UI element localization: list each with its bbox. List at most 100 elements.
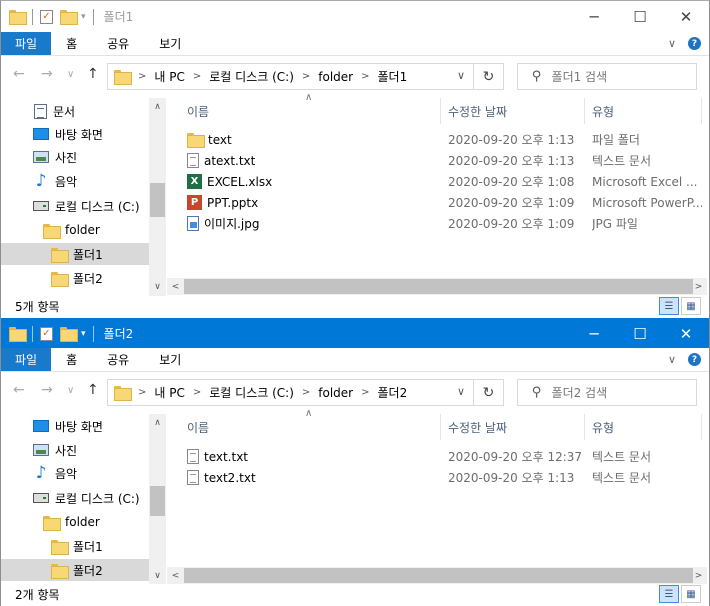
back-arrow-icon[interactable]: ← bbox=[13, 382, 25, 398]
column-divider[interactable] bbox=[440, 98, 441, 124]
column-divider[interactable] bbox=[701, 414, 702, 440]
address-bar[interactable]: > 내 PC > 로컬 디스크 (C:) > folder > 폴더2 ∨ bbox=[107, 379, 474, 406]
title-bar[interactable]: ✓ ▾ 폴더1 ─ ☐ ✕ bbox=[1, 1, 709, 32]
tab-file[interactable]: 파일 bbox=[1, 32, 52, 55]
nav-item-folder2[interactable]: 폴더2 bbox=[1, 267, 149, 289]
scroll-down-icon[interactable]: ∨ bbox=[149, 278, 166, 295]
nav-vertical-scrollbar[interactable]: ∧ ∨ bbox=[149, 414, 166, 584]
large-icons-view-button[interactable]: ▦ bbox=[681, 297, 701, 315]
new-folder-icon[interactable] bbox=[60, 327, 78, 342]
new-folder-icon[interactable] bbox=[60, 10, 78, 25]
column-name[interactable]: 이름 bbox=[187, 98, 209, 124]
nav-item-pictures[interactable]: 사진 bbox=[1, 439, 149, 461]
up-arrow-icon[interactable]: ↑ bbox=[87, 66, 99, 82]
minimize-button[interactable]: ─ bbox=[571, 318, 617, 349]
tab-home[interactable]: 홈 bbox=[51, 348, 92, 371]
details-view-button[interactable]: ☰ bbox=[659, 585, 679, 603]
column-divider[interactable] bbox=[440, 414, 441, 440]
chevron-right-icon[interactable]: > bbox=[302, 387, 310, 398]
nav-item-music[interactable]: ♪ 음악 bbox=[1, 170, 149, 192]
maximize-button[interactable]: ☐ bbox=[617, 1, 663, 32]
file-row[interactable]: atext.txt 2020-09-20 오후 1:13 텍스트 문서 bbox=[167, 150, 709, 171]
forward-arrow-icon[interactable]: → bbox=[41, 382, 53, 398]
breadcrumb-current[interactable]: 폴더2 bbox=[378, 384, 408, 401]
address-dropdown-icon[interactable]: ∨ bbox=[457, 69, 465, 82]
nav-item-folder[interactable]: folder bbox=[1, 511, 149, 533]
breadcrumb-current[interactable]: 폴더1 bbox=[378, 68, 408, 85]
scroll-left-icon[interactable]: < bbox=[167, 278, 184, 295]
expand-ribbon-icon[interactable]: ∨ bbox=[668, 37, 676, 50]
forward-arrow-icon[interactable]: → bbox=[41, 66, 53, 82]
minimize-button[interactable]: ─ bbox=[571, 1, 617, 32]
recent-locations-icon[interactable]: ∨ bbox=[67, 69, 74, 80]
nav-item-desktop[interactable]: 바탕 화면 bbox=[1, 123, 149, 145]
nav-item-desktop[interactable]: 바탕 화면 bbox=[1, 415, 149, 437]
scroll-thumb[interactable] bbox=[150, 486, 165, 516]
chevron-right-icon[interactable]: > bbox=[361, 387, 369, 398]
nav-item-local-disk[interactable]: 로컬 디스크 (C:) bbox=[1, 195, 149, 217]
column-divider[interactable] bbox=[584, 98, 585, 124]
horizontal-scrollbar[interactable]: < > bbox=[167, 278, 707, 295]
address-dropdown-icon[interactable]: ∨ bbox=[457, 385, 465, 398]
scroll-left-icon[interactable]: < bbox=[167, 567, 184, 584]
properties-icon[interactable]: ✓ bbox=[40, 9, 53, 24]
column-date-modified[interactable]: 수정한 날짜 bbox=[448, 98, 507, 124]
column-divider[interactable] bbox=[701, 98, 702, 124]
tab-view[interactable]: 보기 bbox=[144, 348, 196, 371]
scroll-right-icon[interactable]: > bbox=[690, 278, 707, 295]
column-type[interactable]: 유형 bbox=[592, 98, 614, 124]
chevron-right-icon[interactable]: > bbox=[193, 387, 201, 398]
nav-item-documents[interactable]: 문서 bbox=[1, 100, 149, 122]
breadcrumb-local-disk[interactable]: 로컬 디스크 (C:) bbox=[209, 384, 294, 401]
horizontal-scrollbar[interactable]: < > bbox=[167, 567, 707, 584]
properties-icon[interactable]: ✓ bbox=[40, 326, 53, 341]
tab-share[interactable]: 공유 bbox=[92, 348, 144, 371]
file-row[interactable]: P PPT.pptx 2020-09-20 오후 1:09 Microsoft P… bbox=[167, 192, 709, 213]
file-row[interactable]: 이미지.jpg 2020-09-20 오후 1:09 JPG 파일 bbox=[167, 213, 709, 234]
nav-item-folder[interactable]: folder bbox=[1, 219, 149, 241]
scroll-up-icon[interactable]: ∧ bbox=[149, 414, 166, 431]
maximize-button[interactable]: ☐ bbox=[617, 318, 663, 349]
scroll-down-icon[interactable]: ∨ bbox=[149, 567, 166, 584]
column-date-modified[interactable]: 수정한 날짜 bbox=[448, 414, 507, 440]
address-bar[interactable]: > 내 PC > 로컬 디스크 (C:) > folder > 폴더1 ∨ bbox=[107, 63, 474, 90]
chevron-right-icon[interactable]: > bbox=[302, 71, 310, 82]
column-type[interactable]: 유형 bbox=[592, 414, 614, 440]
nav-item-folder1[interactable]: 폴더1 bbox=[1, 243, 149, 265]
file-row[interactable]: text.txt 2020-09-20 오후 12:37 텍스트 문서 bbox=[167, 446, 709, 467]
breadcrumb-folder[interactable]: folder bbox=[318, 70, 353, 84]
customize-quick-access-icon[interactable]: ▾ bbox=[81, 12, 86, 22]
chevron-right-icon[interactable]: > bbox=[361, 71, 369, 82]
nav-item-folder2[interactable]: 폴더2 bbox=[1, 559, 149, 581]
chevron-right-icon[interactable]: > bbox=[193, 71, 201, 82]
chevron-right-icon[interactable]: > bbox=[138, 387, 146, 398]
nav-vertical-scrollbar[interactable]: ∧ ∨ bbox=[149, 98, 166, 296]
help-icon[interactable]: ? bbox=[688, 353, 701, 366]
recent-locations-icon[interactable]: ∨ bbox=[67, 385, 74, 396]
scroll-thumb[interactable] bbox=[184, 568, 693, 583]
search-input[interactable]: ⚲ 폴더2 검색 bbox=[517, 379, 697, 406]
chevron-right-icon[interactable]: > bbox=[138, 71, 146, 82]
tab-file[interactable]: 파일 bbox=[1, 348, 52, 371]
scroll-thumb[interactable] bbox=[150, 183, 165, 217]
close-button[interactable]: ✕ bbox=[663, 1, 709, 32]
breadcrumb-this-pc[interactable]: 내 PC bbox=[154, 384, 184, 401]
title-bar[interactable]: ✓ ▾ 폴더2 ─ ☐ ✕ bbox=[1, 318, 709, 349]
nav-item-local-disk[interactable]: 로컬 디스크 (C:) bbox=[1, 487, 149, 509]
scroll-right-icon[interactable]: > bbox=[690, 567, 707, 584]
scroll-thumb[interactable] bbox=[184, 279, 693, 294]
breadcrumb-local-disk[interactable]: 로컬 디스크 (C:) bbox=[209, 68, 294, 85]
back-arrow-icon[interactable]: ← bbox=[13, 66, 25, 82]
column-divider[interactable] bbox=[584, 414, 585, 440]
nav-item-music[interactable]: ♪ 음악 bbox=[1, 462, 149, 484]
help-icon[interactable]: ? bbox=[688, 37, 701, 50]
tab-view[interactable]: 보기 bbox=[144, 32, 196, 55]
breadcrumb-this-pc[interactable]: 내 PC bbox=[154, 68, 184, 85]
file-row[interactable]: text2.txt 2020-09-20 오후 1:13 텍스트 문서 bbox=[167, 467, 709, 488]
file-row[interactable]: text 2020-09-20 오후 1:13 파일 폴더 bbox=[167, 129, 709, 150]
tab-share[interactable]: 공유 bbox=[92, 32, 144, 55]
column-name[interactable]: 이름 bbox=[187, 414, 209, 440]
refresh-button[interactable]: ↻ bbox=[474, 63, 504, 90]
close-button[interactable]: ✕ bbox=[663, 318, 709, 349]
large-icons-view-button[interactable]: ▦ bbox=[681, 585, 701, 603]
